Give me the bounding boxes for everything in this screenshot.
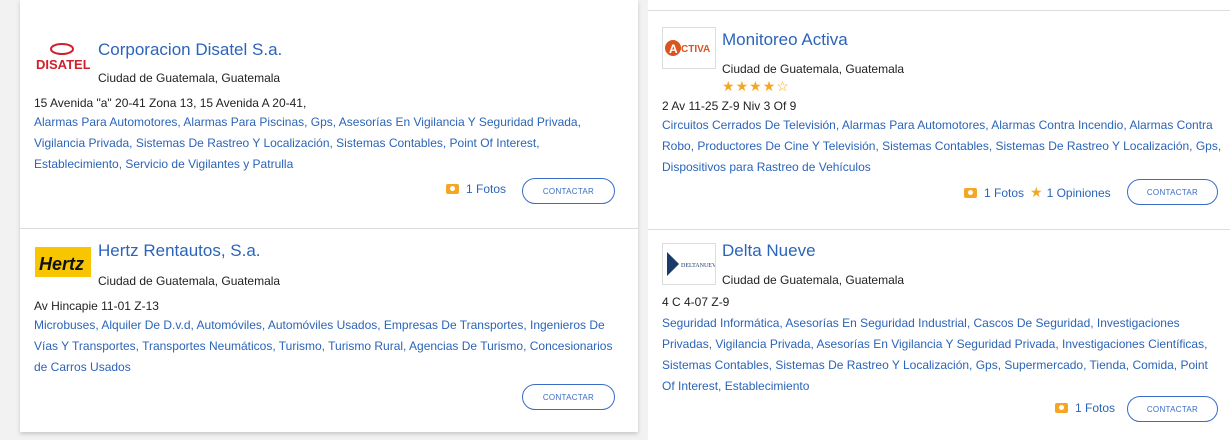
photos-link[interactable]: 1 Fotos [446, 182, 506, 196]
disatel-logo: DISATEL [34, 36, 90, 78]
listing-card-activa: A CTIVA Monitoreo Activa Ciudad de Guate… [648, 10, 1230, 230]
listing-address: Av Hincapie 11-01 Z-13 [34, 299, 159, 313]
listing-categories[interactable]: Alarmas Para Automotores, Alarmas Para P… [34, 112, 619, 175]
svg-text:DELTANUEVE: DELTANUEVE [681, 263, 715, 269]
listing-title[interactable]: Corporacion Disatel S.a. [98, 40, 282, 60]
rating-stars: ★★★★☆ [722, 78, 790, 95]
contact-button[interactable]: CONTACTAR [1127, 179, 1218, 205]
listing-city: Ciudad de Guatemala, Guatemala [722, 62, 905, 76]
listing-city: Ciudad de Guatemala, Guatemala [98, 71, 281, 85]
star-filled-icon: ★ [762, 78, 777, 94]
photos-opinions-links: 1 Fotos ★ 1 Opiniones [964, 184, 1111, 201]
contact-button[interactable]: CONTACTAR [1127, 396, 1218, 422]
photos-count[interactable]: 1 Fotos [984, 186, 1024, 200]
listing-address: 15 Avenida "a" 20-41 Zona 13, 15 Avenida… [34, 96, 307, 110]
svg-text:Hertz: Hertz [39, 254, 84, 274]
svg-text:CTIVA: CTIVA [681, 44, 710, 55]
star-filled-icon: ★ [722, 78, 736, 94]
listing-title[interactable]: Hertz Rentautos, S.a. [98, 241, 261, 261]
listing-categories[interactable]: Circuitos Cerrados De Televisión, Alarma… [662, 115, 1222, 178]
contact-button[interactable]: CONTACTAR [522, 178, 615, 204]
star-empty-icon: ☆ [776, 78, 790, 94]
contact-button[interactable]: CONTACTAR [522, 384, 615, 410]
delta-nueve-logo: DELTANUEVE [662, 243, 716, 285]
photos-link[interactable]: 1 Fotos [1055, 401, 1115, 415]
opinions-count[interactable]: 1 Opiniones [1047, 186, 1111, 200]
star-icon: ★ [1030, 184, 1043, 200]
star-filled-icon: ★ [735, 78, 750, 94]
listing-categories[interactable]: Seguridad Informática, Asesorías En Segu… [662, 313, 1222, 397]
listing-card-hertz: Hertz Hertz Rentautos, S.a. Ciudad de Gu… [20, 229, 638, 432]
listing-city: Ciudad de Guatemala, Guatemala [98, 274, 281, 288]
listing-address: 4 C 4-07 Z-9 [662, 295, 730, 309]
listings-column-left: DISATEL Corporacion Disatel S.a. Ciudad … [20, 0, 638, 432]
hertz-logo: Hertz [34, 243, 92, 281]
camera-icon [964, 187, 977, 198]
activa-logo: A CTIVA [662, 27, 716, 69]
listing-title[interactable]: Monitoreo Activa [722, 30, 848, 50]
listing-card-delta-nueve: DELTANUEVE Delta Nueve Ciudad de Guatema… [648, 229, 1230, 440]
camera-icon [446, 184, 459, 194]
listing-title[interactable]: Delta Nueve [722, 241, 816, 261]
listing-city: Ciudad de Guatemala, Guatemala [722, 273, 905, 287]
svg-text:A: A [669, 42, 678, 56]
photos-count: 1 Fotos [466, 182, 507, 196]
listing-categories[interactable]: Microbuses, Alquiler De D.v.d, Automóvil… [34, 315, 619, 378]
camera-icon [1055, 403, 1068, 413]
listing-address: 2 Av 11-25 Z-9 Niv 3 Of 9 [662, 99, 797, 113]
photos-count: 1 Fotos [1075, 401, 1116, 415]
star-filled-icon: ★ [749, 78, 763, 94]
svg-text:DISATEL: DISATEL [36, 57, 90, 72]
listings-column-right: A CTIVA Monitoreo Activa Ciudad de Guate… [648, 0, 1230, 440]
listing-card-disatel: DISATEL Corporacion Disatel S.a. Ciudad … [20, 0, 638, 229]
